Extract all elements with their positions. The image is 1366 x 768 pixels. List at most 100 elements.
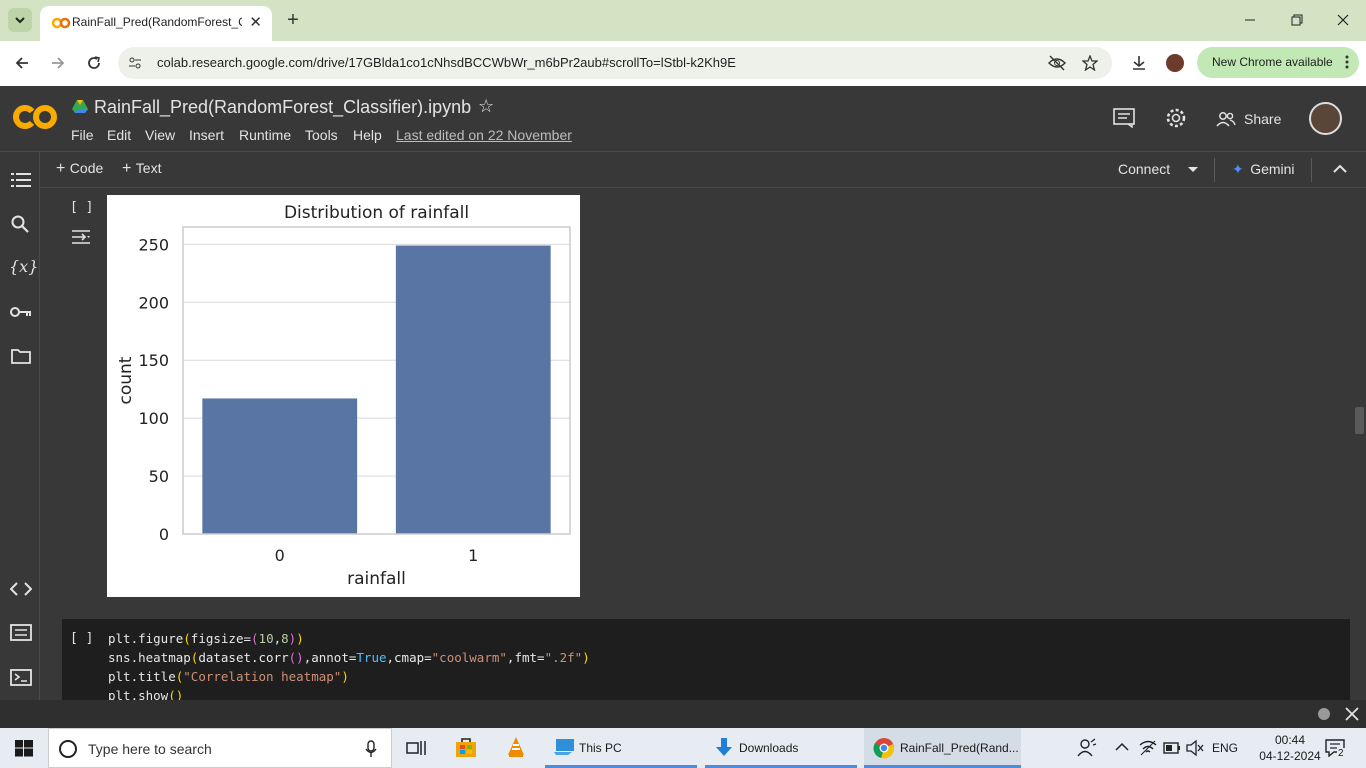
run-cell-button[interactable]: [ ] bbox=[70, 200, 93, 215]
toolbar-divider bbox=[1311, 158, 1312, 182]
new-tab-button[interactable]: + bbox=[282, 9, 304, 31]
language-indicator[interactable]: ENG bbox=[1212, 741, 1238, 755]
tab-search-button[interactable] bbox=[8, 8, 32, 32]
chevron-down-icon bbox=[15, 17, 25, 24]
battery-icon[interactable] bbox=[1163, 742, 1181, 754]
y-tick-label: 150 bbox=[138, 351, 169, 370]
code-line-1[interactable]: plt.figure(figsize=(10,8)) bbox=[108, 631, 304, 646]
site-info-button[interactable] bbox=[125, 53, 145, 73]
search-icon[interactable] bbox=[11, 215, 29, 233]
chrome-icon bbox=[873, 738, 895, 759]
menu-help[interactable]: Help bbox=[353, 127, 382, 143]
command-palette-icon[interactable] bbox=[10, 624, 32, 641]
profile-avatar[interactable] bbox=[1166, 54, 1184, 72]
colab-logo-icon bbox=[13, 105, 57, 129]
taskbar-app-chrome[interactable]: RainFall_Pred(Rand... bbox=[864, 728, 1021, 768]
code-line-4[interactable]: plt.show() bbox=[108, 688, 183, 700]
y-tick-label: 250 bbox=[138, 235, 169, 254]
chevron-up-icon[interactable] bbox=[1333, 164, 1347, 174]
left-sidebar bbox=[0, 152, 40, 700]
forward-button[interactable] bbox=[46, 52, 70, 74]
tracking-protection-button[interactable] bbox=[1045, 52, 1069, 74]
taskbar-app-this-pc[interactable]: This PC bbox=[545, 728, 697, 768]
bar bbox=[202, 398, 358, 534]
taskbar-app-downloads[interactable]: Downloads bbox=[705, 728, 857, 768]
toolbar-divider bbox=[1214, 158, 1215, 182]
minimize-icon bbox=[1245, 19, 1255, 21]
menu-runtime[interactable]: Runtime bbox=[239, 127, 291, 143]
menu-edit[interactable]: Edit bbox=[107, 127, 131, 143]
microphone-icon[interactable] bbox=[365, 740, 377, 758]
comments-button[interactable] bbox=[1112, 107, 1136, 129]
downloads-button[interactable] bbox=[1127, 52, 1151, 74]
code-snippets-icon[interactable] bbox=[10, 581, 32, 597]
bar bbox=[395, 245, 551, 534]
x-tick-label: 1 bbox=[468, 546, 478, 565]
star-icon bbox=[1082, 55, 1098, 71]
gemini-sparkle-icon: ✦ bbox=[1232, 161, 1244, 177]
add-text-button[interactable]: + Text bbox=[122, 160, 161, 178]
menu-insert[interactable]: Insert bbox=[189, 127, 224, 143]
y-tick-label: 0 bbox=[159, 525, 169, 544]
chevron-up-icon[interactable] bbox=[1115, 742, 1129, 752]
terminal-icon[interactable] bbox=[10, 669, 32, 686]
close-icon[interactable] bbox=[1345, 707, 1359, 721]
share-label: Share bbox=[1244, 111, 1282, 127]
settings-button[interactable] bbox=[1164, 107, 1188, 129]
browser-tab[interactable]: RainFall_Pred(RandomForest_Cl ✕ bbox=[40, 6, 272, 41]
scrollbar-thumb[interactable] bbox=[1355, 407, 1364, 434]
url-text[interactable]: colab.research.google.com/drive/17GBlda1… bbox=[157, 55, 736, 70]
minimize-button[interactable] bbox=[1238, 9, 1262, 31]
share-button[interactable]: Share bbox=[1214, 107, 1288, 131]
tab-close-icon[interactable]: ✕ bbox=[249, 13, 262, 31]
back-button[interactable] bbox=[10, 52, 34, 74]
x-tick-label: 0 bbox=[275, 546, 285, 565]
taskbar-search[interactable]: Type here to search bbox=[48, 728, 392, 768]
menu-file[interactable]: File bbox=[71, 127, 94, 143]
plus-icon: + bbox=[287, 8, 299, 31]
restore-button[interactable] bbox=[1285, 9, 1309, 31]
new-chrome-button[interactable]: New Chrome available bbox=[1197, 47, 1359, 78]
user-avatar[interactable] bbox=[1309, 102, 1342, 135]
folder-icon[interactable] bbox=[11, 348, 31, 364]
close-window-button[interactable] bbox=[1331, 9, 1355, 31]
search-placeholder: Type here to search bbox=[88, 741, 212, 757]
code-line-2[interactable]: sns.heatmap(dataset.corr(),annot=True,cm… bbox=[108, 650, 590, 665]
vlc-icon[interactable] bbox=[505, 736, 527, 758]
reload-button[interactable] bbox=[82, 52, 106, 74]
code-line-3[interactable]: plt.title("Correlation heatmap") bbox=[108, 669, 349, 684]
output-actions-icon[interactable] bbox=[71, 229, 93, 245]
colab-logo[interactable] bbox=[12, 101, 58, 133]
store-icon[interactable] bbox=[455, 736, 477, 758]
computer-icon bbox=[554, 739, 574, 755]
chart-title: Distribution of rainfall bbox=[284, 203, 469, 223]
connect-button[interactable]: Connect bbox=[1118, 161, 1170, 177]
windows-start-icon[interactable] bbox=[15, 740, 33, 757]
add-code-button[interactable]: + Code bbox=[56, 160, 103, 178]
connect-dropdown-icon[interactable] bbox=[1187, 166, 1199, 174]
bookmark-button[interactable] bbox=[1078, 52, 1102, 74]
add-text-label: Text bbox=[135, 160, 162, 176]
plus-icon: + bbox=[56, 160, 66, 177]
run-cell-button[interactable]: [ ] bbox=[70, 631, 93, 646]
taskbar-app-label: Downloads bbox=[739, 741, 799, 755]
x-axis-label: rainfall bbox=[347, 569, 406, 589]
star-icon[interactable]: ☆ bbox=[478, 96, 494, 117]
menu-tools[interactable]: Tools bbox=[305, 127, 338, 143]
code-cell[interactable]: [ ] plt.figure(figsize=(10,8)) sns.heatm… bbox=[62, 619, 1350, 700]
variables-icon[interactable]: {x} bbox=[9, 257, 38, 276]
people-icon[interactable] bbox=[1077, 738, 1097, 758]
gemini-button[interactable]: ✦ Gemini bbox=[1232, 161, 1295, 179]
system-clock[interactable]: 00:44 04-12-2024 bbox=[1258, 732, 1322, 764]
task-view-icon[interactable] bbox=[406, 739, 426, 757]
notebook-title[interactable]: RainFall_Pred(RandomForest_Classifier).i… bbox=[94, 97, 471, 118]
search-icon bbox=[59, 740, 77, 758]
volume-muted-icon[interactable] bbox=[1186, 740, 1204, 756]
wifi-icon[interactable] bbox=[1139, 740, 1157, 756]
menu-view[interactable]: View bbox=[145, 127, 175, 143]
taskbar-app-label: RainFall_Pred(Rand... bbox=[900, 741, 1019, 755]
table-of-contents-icon[interactable] bbox=[11, 172, 31, 188]
key-icon[interactable] bbox=[10, 305, 32, 319]
status-dot-icon bbox=[1318, 708, 1330, 720]
last-edited-link[interactable]: Last edited on 22 November bbox=[396, 127, 572, 143]
